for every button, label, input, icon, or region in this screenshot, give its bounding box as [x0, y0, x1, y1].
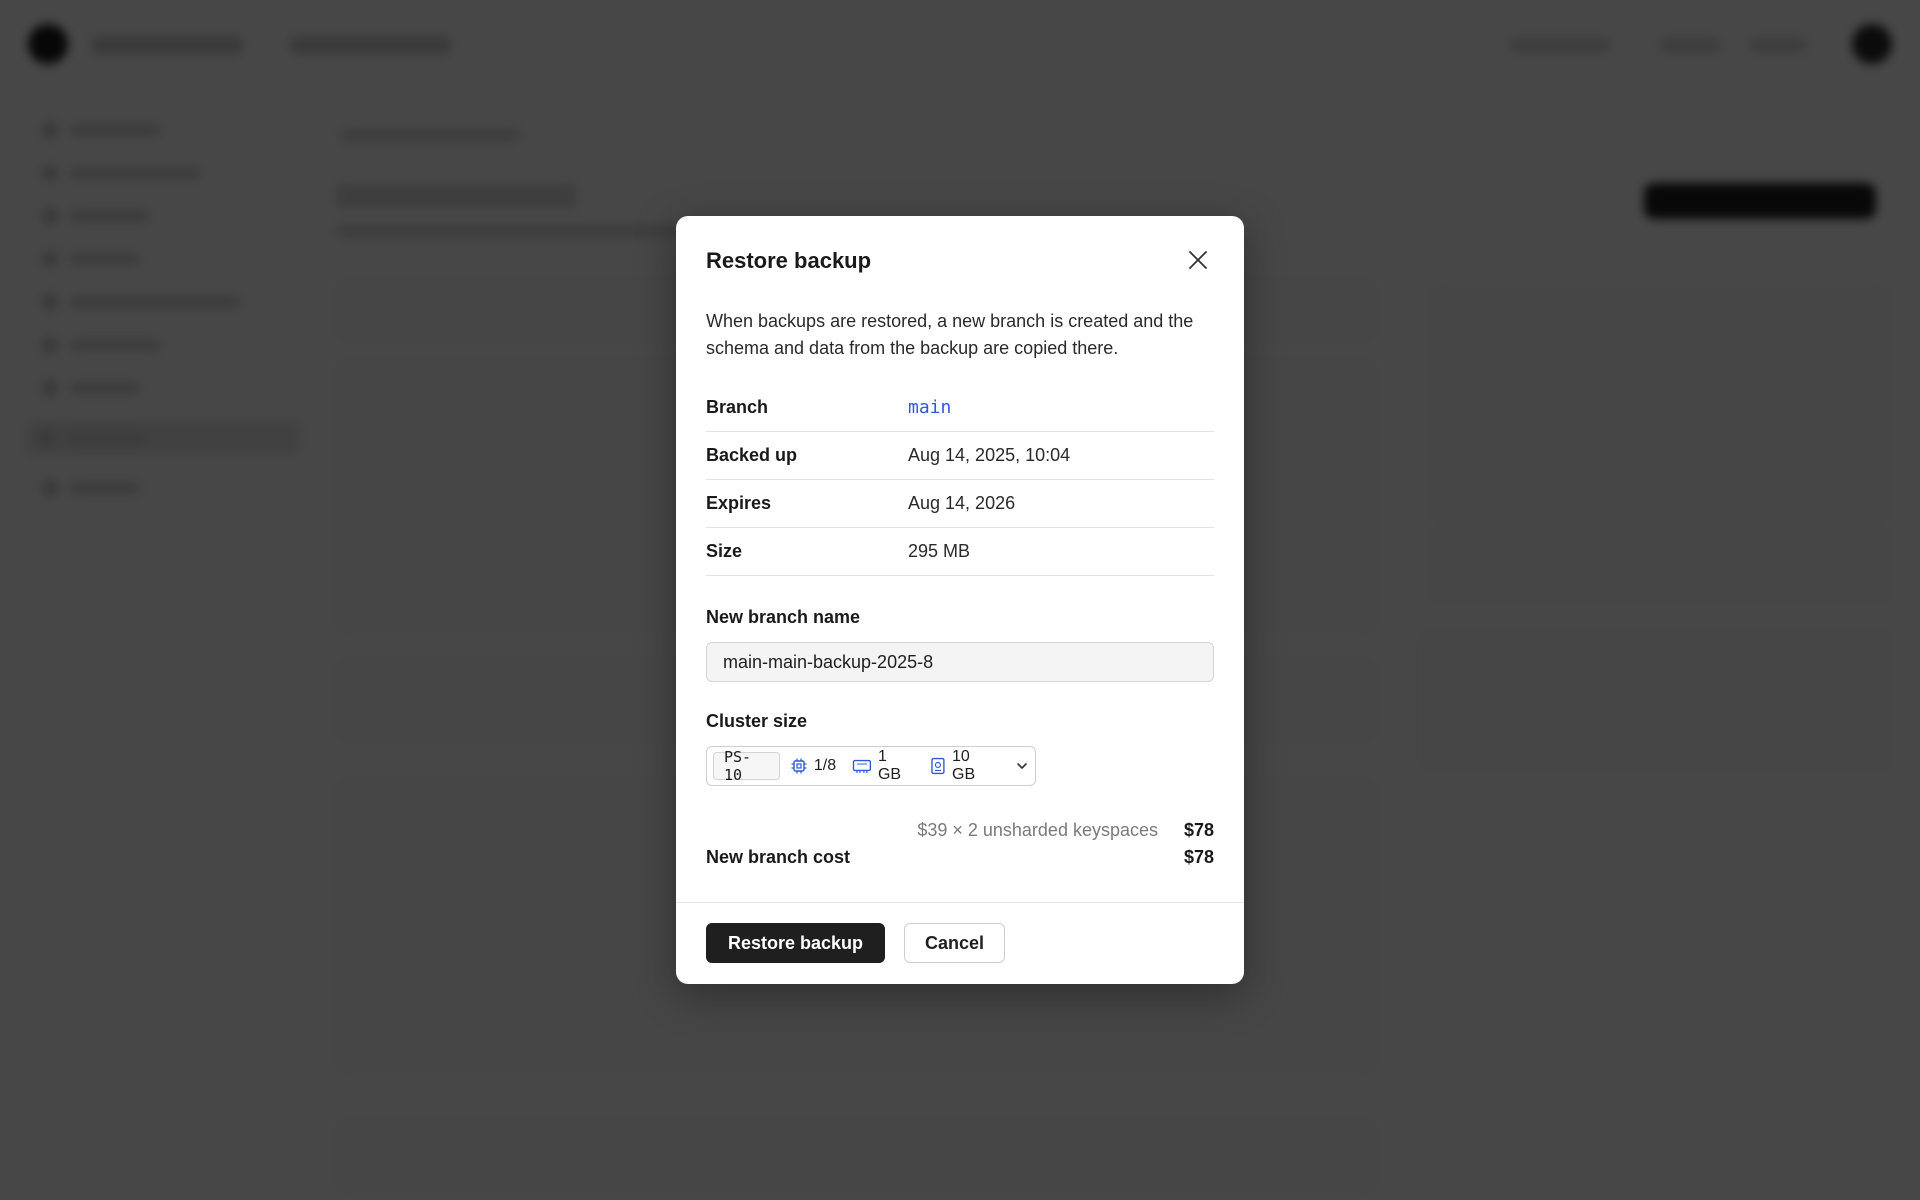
memory-value: 1 GB	[877, 748, 902, 783]
detail-row-expires: Expires Aug 14, 2026	[706, 480, 1214, 528]
detail-row-backed-up: Backed up Aug 14, 2025, 10:04	[706, 432, 1214, 480]
dropdown-chevron	[1015, 759, 1029, 773]
memory-icon	[852, 759, 872, 773]
restore-backup-dialog: Restore backup When backups are restored…	[676, 216, 1244, 984]
cpu-icon	[791, 758, 807, 774]
chevron-down-icon	[1017, 763, 1027, 769]
cost-breakdown: $39 × 2 unsharded keyspaces $78	[917, 820, 1214, 841]
new-branch-name-input[interactable]	[706, 642, 1214, 682]
storage-icon	[931, 757, 945, 775]
detail-value: Aug 14, 2025, 10:04	[908, 445, 1071, 465]
restore-backup-button[interactable]: Restore backup	[706, 923, 886, 963]
detail-row-branch: Branch main	[706, 384, 1214, 432]
new-branch-cost-amount: $78	[1183, 847, 1214, 867]
new-branch-name-label: New branch name	[706, 607, 861, 627]
storage-value: 10 GB	[952, 748, 976, 783]
cluster-plan-chip: PS-10	[713, 748, 780, 784]
cluster-size-label: Cluster size	[706, 711, 808, 731]
detail-label: Backed up	[706, 445, 798, 465]
detail-label: Expires	[706, 493, 772, 513]
cluster-size-select[interactable]: PS-10 1/8 1 GB 10 GB	[706, 746, 1036, 786]
new-branch-cost-label: New branch cost	[706, 847, 851, 867]
footer-divider	[676, 902, 1244, 903]
detail-label: Branch	[706, 397, 769, 417]
close-icon	[1189, 251, 1207, 269]
backup-details: Branch main Backed up Aug 14, 2025, 10:0…	[706, 384, 1214, 576]
detail-value: Aug 14, 2026	[908, 493, 1016, 513]
cost-breakdown-text: $39 × 2 unsharded keyspaces	[917, 820, 1158, 840]
close-button[interactable]	[1184, 246, 1212, 274]
detail-row-size: Size 295 MB	[706, 528, 1214, 576]
detail-value: 295 MB	[908, 541, 971, 561]
storage-spec: 10 GB	[930, 748, 997, 784]
dialog-description: When backups are restored, a new branch …	[706, 311, 1194, 358]
detail-label: Size	[706, 541, 743, 561]
cost-breakdown-amount: $78	[1183, 820, 1214, 840]
cancel-button[interactable]: Cancel	[904, 923, 1006, 963]
memory-spec: 1 GB	[852, 748, 914, 784]
branch-link[interactable]: main	[908, 397, 951, 418]
cpu-value: 1/8	[813, 757, 837, 774]
dialog-title: Restore backup	[706, 248, 872, 273]
cpu-spec: 1/8	[790, 757, 836, 775]
